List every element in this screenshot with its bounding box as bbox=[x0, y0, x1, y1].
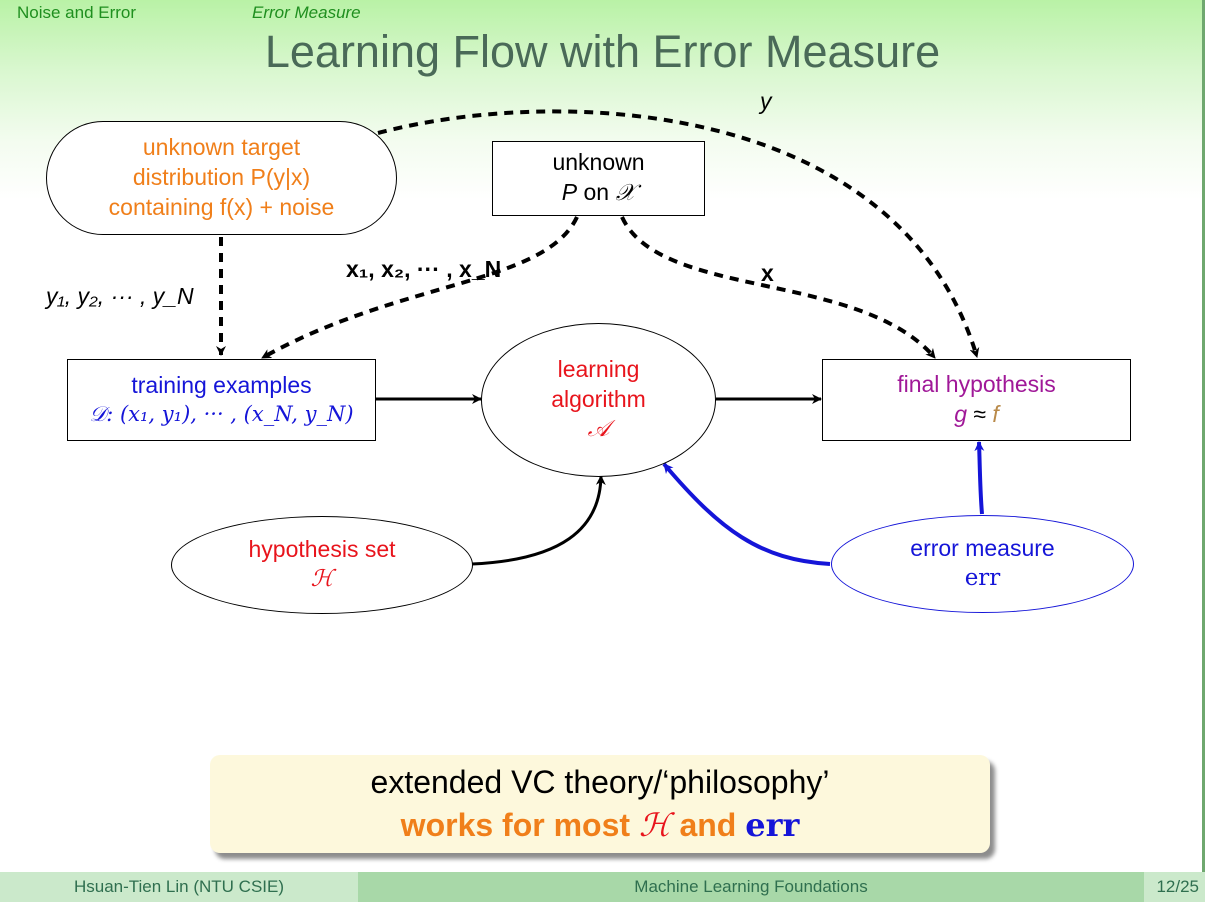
target-line3: containing f(x) + noise bbox=[109, 193, 335, 223]
hypothesis-line2: ℋ bbox=[310, 566, 334, 592]
edge-error-to-algorithm bbox=[662, 462, 831, 566]
label-x: x bbox=[761, 260, 774, 286]
node-hypothesis-set: hypothesis set ℋ bbox=[171, 516, 473, 614]
node-error-measure: error measure err bbox=[831, 515, 1134, 613]
px-space: 𝒳 bbox=[615, 180, 636, 206]
target-line3-b: + noise bbox=[259, 193, 335, 220]
callout-line1: extended VC theory/‘philosophy’ bbox=[370, 763, 830, 800]
px-line1: unknown bbox=[552, 149, 645, 176]
callout-line2: works for most ℋ and err bbox=[401, 804, 800, 847]
footer: Hsuan-Tien Lin (NTU CSIE) Machine Learni… bbox=[0, 872, 1205, 902]
error-line2: err bbox=[964, 565, 1001, 591]
final-f: f bbox=[992, 401, 999, 427]
edge-error-to-final bbox=[974, 441, 985, 515]
hypothesis-line1: hypothesis set bbox=[248, 536, 396, 563]
px-on: on bbox=[583, 179, 610, 205]
px-line2: P on 𝒳 bbox=[562, 178, 636, 209]
algorithm-line1: learning bbox=[557, 356, 640, 383]
node-unknown-target: unknown target distribution P(y|x) conta… bbox=[46, 121, 397, 235]
callout-h: ℋ bbox=[638, 806, 671, 844]
target-line2: distribution P(y|x) bbox=[132, 164, 311, 191]
training-line2: 𝒟: (x₁, y₁), ··· , (x_N, y_N) bbox=[89, 402, 354, 427]
algorithm-line2: algorithm bbox=[551, 386, 646, 413]
footer-course: Machine Learning Foundations bbox=[358, 872, 1144, 902]
node-final-hypothesis: final hypothesis g ≈ f bbox=[822, 359, 1131, 441]
target-line1: unknown target bbox=[142, 134, 301, 161]
final-line2: g ≈ f bbox=[954, 400, 999, 430]
algorithm-line3: 𝒜 bbox=[587, 415, 610, 442]
takeaway-callout: extended VC theory/‘philosophy’ works fo… bbox=[210, 755, 990, 853]
error-line1: error measure bbox=[910, 535, 1055, 562]
callout-and: and bbox=[679, 807, 737, 843]
label-ys: y₁, y₂, ··· , y_N bbox=[46, 283, 194, 309]
label-xs: x₁, x₂, ··· , x_N bbox=[346, 256, 502, 282]
footer-author: Hsuan-Tien Lin (NTU CSIE) bbox=[0, 872, 358, 902]
node-learning-algorithm: learning algorithm 𝒜 bbox=[481, 323, 716, 477]
callout-works: works for most bbox=[400, 807, 631, 843]
target-line3-a: containing f(x) bbox=[108, 193, 254, 220]
node-training-examples: training examples 𝒟: (x₁, y₁), ··· , (x_… bbox=[67, 359, 376, 441]
training-line1: training examples bbox=[131, 372, 312, 399]
label-y: y bbox=[760, 88, 772, 114]
footer-page: 12/25 bbox=[1144, 872, 1205, 902]
px-p: P bbox=[561, 179, 578, 205]
edge-hypothesis-to-algorithm bbox=[471, 475, 606, 566]
callout-err: err bbox=[745, 806, 800, 844]
final-line1: final hypothesis bbox=[897, 371, 1056, 398]
node-unknown-p: unknown P on 𝒳 bbox=[492, 141, 705, 216]
final-g: g bbox=[954, 401, 967, 427]
final-approx: ≈ bbox=[973, 401, 987, 427]
edge-px-to-final bbox=[620, 216, 937, 360]
